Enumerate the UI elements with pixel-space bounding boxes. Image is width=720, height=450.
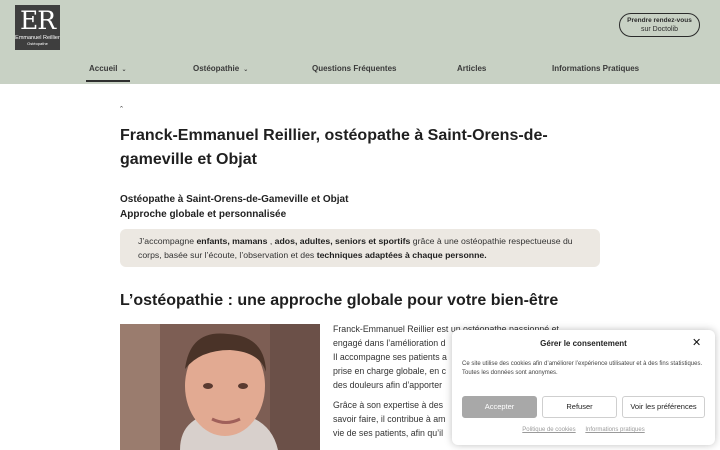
cookie-links: Politique de cookies Informations pratiq… xyxy=(452,427,715,433)
subtitle: Ostéopathe à Saint-Orens-de-Gameville et… xyxy=(120,192,348,222)
subtitle-line-1: Ostéopathe à Saint-Orens-de-Gameville et… xyxy=(120,194,349,205)
nav-item-accueil[interactable]: Accueil ⌄ xyxy=(86,64,129,82)
nav-item-infos[interactable]: Informations Pratiques xyxy=(552,64,639,82)
subtitle-line-2: Approche globale et personnalisée xyxy=(120,209,287,220)
callout-bold: techniques adaptées à chaque personne. xyxy=(316,250,487,260)
cookie-text: Ce site utilise des cookies afin d’améli… xyxy=(462,361,703,376)
cta-line-1: Prendre rendez-vous xyxy=(627,17,692,24)
site-header: ER Emmanuel Reillier Ostéopathe Prendre … xyxy=(0,0,720,84)
callout-text: J’accompagne xyxy=(138,236,197,246)
callout-text: , xyxy=(267,236,275,246)
main-nav: Accueil ⌄ Ostéopathie ⌄ Questions Fréquent… xyxy=(0,64,720,82)
practitioner-photo xyxy=(120,324,320,450)
doctolib-appointment-button[interactable]: Prendre rendez-vous sur Doctolib xyxy=(619,13,700,37)
chevron-down-icon: ⌄ xyxy=(243,67,249,73)
logo-subtitle: Ostéopathe xyxy=(27,41,48,46)
nav-item-articles[interactable]: Articles xyxy=(457,64,486,82)
photo-illustration xyxy=(120,324,320,450)
section-title: L’ostéopathie : une approche globale pou… xyxy=(120,292,559,309)
cookie-policy-link[interactable]: Politique de cookies xyxy=(522,427,575,433)
nav-item-questions[interactable]: Questions Fréquentes xyxy=(312,64,396,82)
nav-label: Questions Fréquentes xyxy=(312,64,397,73)
site-logo[interactable]: ER Emmanuel Reillier Ostéopathe xyxy=(15,5,60,50)
nav-label: Articles xyxy=(457,64,487,73)
chevron-down-icon: ⌄ xyxy=(121,67,127,73)
nav-label: Ostéopathie xyxy=(193,64,240,73)
cookie-consent-dialog: Gérer le consentement ✕ Ce site utilise … xyxy=(452,330,715,445)
refuse-button[interactable]: Refuser xyxy=(542,396,617,418)
logo-letters: ER xyxy=(19,6,56,35)
page-title: Franck-Emmanuel Reillier, ostéopathe à S… xyxy=(120,127,548,168)
home-icon[interactable]: ˆ xyxy=(120,105,123,115)
cookie-title: Gérer le consentement xyxy=(540,339,627,348)
nav-label: Accueil xyxy=(89,64,118,73)
intro-callout: J’accompagne enfants, mamans , ados, adu… xyxy=(120,229,600,267)
callout-bold: enfants, mamans xyxy=(196,236,268,246)
preferences-button[interactable]: Voir les préférences xyxy=(622,396,705,418)
nav-item-osteopathie[interactable]: Ostéopathie ⌄ xyxy=(193,64,248,82)
accept-button[interactable]: Accepter xyxy=(462,396,537,418)
nav-label: Informations Pratiques xyxy=(552,64,640,73)
practical-info-link[interactable]: Informations pratiques xyxy=(585,427,644,433)
cta-line-2: sur Doctolib xyxy=(641,26,678,33)
callout-bold: ados, adultes, seniors et sportifs xyxy=(274,236,411,246)
close-icon[interactable]: ✕ xyxy=(692,336,701,349)
